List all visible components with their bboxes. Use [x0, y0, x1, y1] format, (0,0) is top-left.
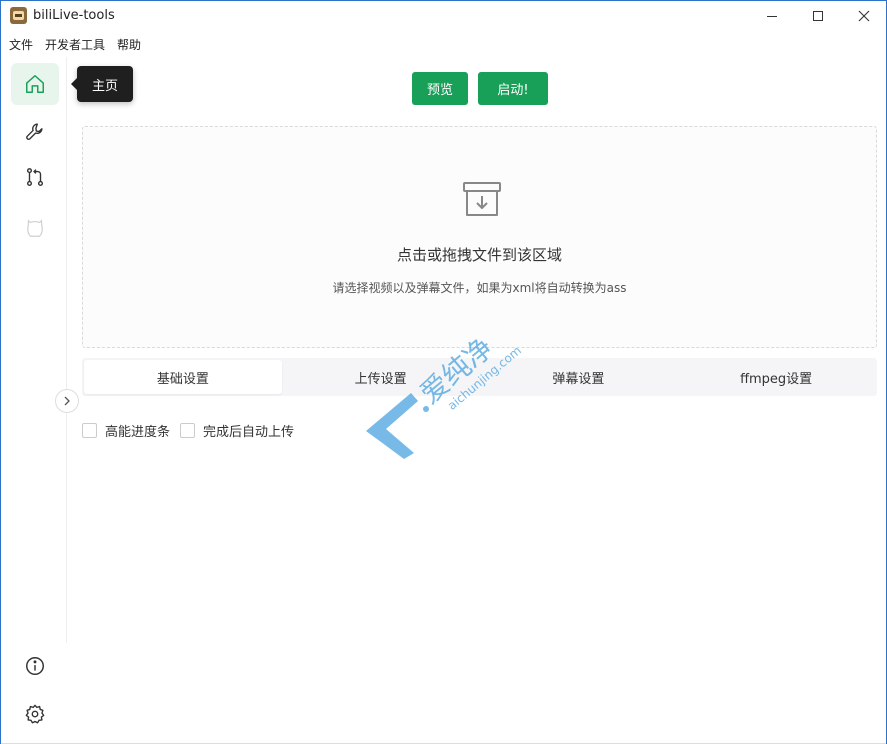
- sidebar: [1, 57, 67, 643]
- minimize-button[interactable]: [749, 1, 795, 31]
- menu-devtools[interactable]: 开发者工具: [45, 36, 105, 53]
- checkbox-box[interactable]: [82, 422, 97, 438]
- tab-ffmpeg[interactable]: ffmpeg设置: [677, 360, 875, 394]
- bear-icon: [27, 219, 43, 237]
- menu-help[interactable]: 帮助: [117, 36, 141, 53]
- sidebar-item-settings[interactable]: [11, 694, 59, 734]
- chevron-right-icon: [64, 396, 70, 406]
- minimize-icon: [767, 15, 777, 17]
- auto-upload-checkbox[interactable]: 完成后自动上传: [180, 421, 294, 440]
- tab-basic[interactable]: 基础设置: [84, 360, 282, 394]
- maximize-icon: [813, 11, 823, 21]
- close-button[interactable]: [841, 1, 887, 31]
- tab-upload[interactable]: 上传设置: [282, 360, 480, 394]
- options-row: 高能进度条 完成后自动上传: [82, 421, 304, 440]
- git-merge-icon: [26, 168, 44, 186]
- sidebar-collapse-button[interactable]: [55, 389, 79, 413]
- sidebar-item-about[interactable]: [11, 646, 59, 686]
- settings-tabs: 基础设置 上传设置 弹幕设置 ffmpeg设置: [82, 358, 877, 396]
- sidebar-item-home[interactable]: [11, 63, 59, 105]
- checkbox-label: 完成后自动上传: [203, 424, 295, 440]
- preview-button[interactable]: 预览: [412, 72, 468, 105]
- sidebar-item-merge[interactable]: [11, 156, 59, 198]
- gear-icon: [25, 704, 45, 724]
- highlight-progress-checkbox[interactable]: 高能进度条: [82, 421, 170, 440]
- menu-file[interactable]: 文件: [9, 36, 33, 53]
- maximize-button[interactable]: [795, 1, 841, 31]
- menu-bar: 文件 开发者工具 帮助: [1, 32, 886, 56]
- archive-download-icon: [463, 182, 501, 216]
- start-button[interactable]: 启动!: [478, 72, 548, 105]
- checkbox-box[interactable]: [180, 422, 196, 438]
- close-icon: [858, 10, 870, 22]
- window-title: biliLive-tools: [33, 8, 115, 23]
- upload-dropzone[interactable]: 点击或拖拽文件到该区域 请选择视频以及弹幕文件，如果为xml将自动转换为ass: [82, 126, 877, 348]
- checkbox-label: 高能进度条: [105, 424, 171, 440]
- tab-danmaku[interactable]: 弹幕设置: [480, 360, 678, 394]
- home-icon: [26, 75, 44, 93]
- wrench-icon: [26, 123, 43, 140]
- upload-title: 点击或拖拽文件到该区域: [396, 246, 562, 264]
- upload-subtitle: 请选择视频以及弹幕文件，如果为xml将自动转换为ass: [332, 281, 627, 295]
- app-logo-icon: [10, 7, 27, 24]
- info-icon: [26, 657, 44, 675]
- app-window: biliLive-tools 文件 开发者工具 帮助 主页 预览 启动! 点击或…: [0, 0, 887, 744]
- sidebar-item-tools[interactable]: [11, 111, 59, 153]
- sidebar-item-bear[interactable]: [11, 207, 59, 249]
- home-tooltip: 主页: [71, 66, 133, 102]
- title-bar[interactable]: biliLive-tools: [1, 1, 886, 31]
